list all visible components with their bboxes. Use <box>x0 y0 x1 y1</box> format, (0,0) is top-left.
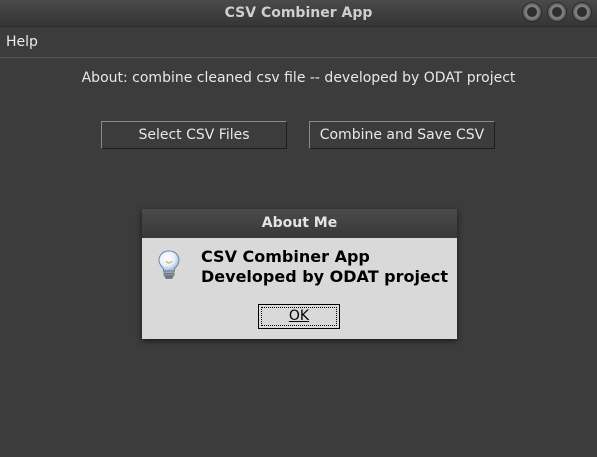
select-csv-files-button[interactable]: Select CSV Files <box>101 121 287 149</box>
window-title: CSV Combiner App <box>224 5 373 21</box>
ok-button-label: OK <box>288 308 310 324</box>
lightbulb-icon <box>156 249 182 281</box>
menubar: Help <box>0 27 597 58</box>
menu-help[interactable]: Help <box>6 34 38 50</box>
close-button[interactable] <box>573 3 591 21</box>
dialog-message: CSV Combiner App Developed by ODAT proje… <box>201 247 448 287</box>
about-text: About: combine cleaned csv file -- devel… <box>81 70 516 86</box>
ok-button[interactable]: OK <box>258 304 340 329</box>
combine-and-save-csv-button[interactable]: Combine and Save CSV <box>309 121 495 149</box>
dialog-message-line1: CSV Combiner App <box>201 247 370 266</box>
dialog-title[interactable]: About Me <box>142 209 457 238</box>
window-controls <box>523 3 591 21</box>
maximize-button[interactable] <box>548 3 566 21</box>
minimize-button[interactable] <box>523 3 541 21</box>
dialog-message-line2: Developed by ODAT project <box>201 267 448 286</box>
window-titlebar[interactable]: CSV Combiner App <box>0 0 597 27</box>
about-dialog: About Me CSV Combiner App Developed by O… <box>142 209 457 339</box>
